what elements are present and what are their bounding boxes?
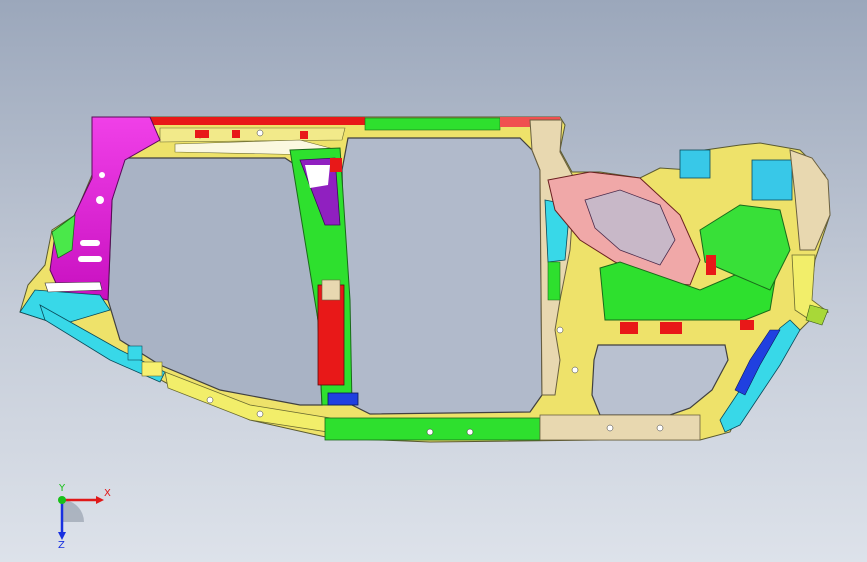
red-bracket[interactable]	[706, 255, 716, 275]
roof-rail-inner-tan[interactable]	[159, 127, 346, 143]
red-bracket[interactable]	[740, 320, 754, 330]
apron-cyan-block[interactable]	[751, 159, 793, 201]
apron-cyan-block[interactable]	[679, 149, 711, 179]
a-pillar-green[interactable]	[547, 261, 561, 301]
sill-tan-front[interactable]	[539, 414, 701, 441]
cad-viewport[interactable]: X Y Z	[0, 0, 867, 562]
b-pillar-red-top[interactable]	[330, 158, 342, 172]
front-lower-green[interactable]	[805, 304, 829, 326]
front-door-opening	[341, 137, 543, 415]
b-pillar-tan[interactable]	[321, 279, 341, 301]
z-axis-arrow	[58, 532, 66, 540]
quarter-slot	[80, 240, 100, 246]
sill-yellow-block[interactable]	[141, 361, 163, 377]
x-axis-arrow	[96, 496, 104, 504]
quarter-slot	[78, 256, 102, 262]
y-axis-label: Y	[58, 483, 66, 494]
red-bracket[interactable]	[620, 322, 638, 334]
red-bracket[interactable]	[660, 322, 682, 334]
quarter-hole	[96, 196, 104, 204]
quarter-hole	[99, 172, 105, 178]
b-pillar-blue-base[interactable]	[327, 392, 359, 406]
roof-rail-green[interactable]	[364, 117, 501, 131]
y-axis-dot	[58, 496, 66, 504]
sill-green-center[interactable]	[324, 417, 541, 441]
triad-shadow	[62, 500, 84, 522]
body-side-assembly-model[interactable]	[0, 0, 867, 562]
rear-quarter-white-trim	[44, 281, 103, 293]
roof-rail-red[interactable]	[150, 117, 365, 125]
z-axis-label: Z	[58, 540, 65, 548]
orientation-triad[interactable]: X Y Z	[44, 478, 114, 548]
x-axis-label: X	[104, 488, 111, 499]
sill-cyan-block[interactable]	[127, 345, 143, 361]
